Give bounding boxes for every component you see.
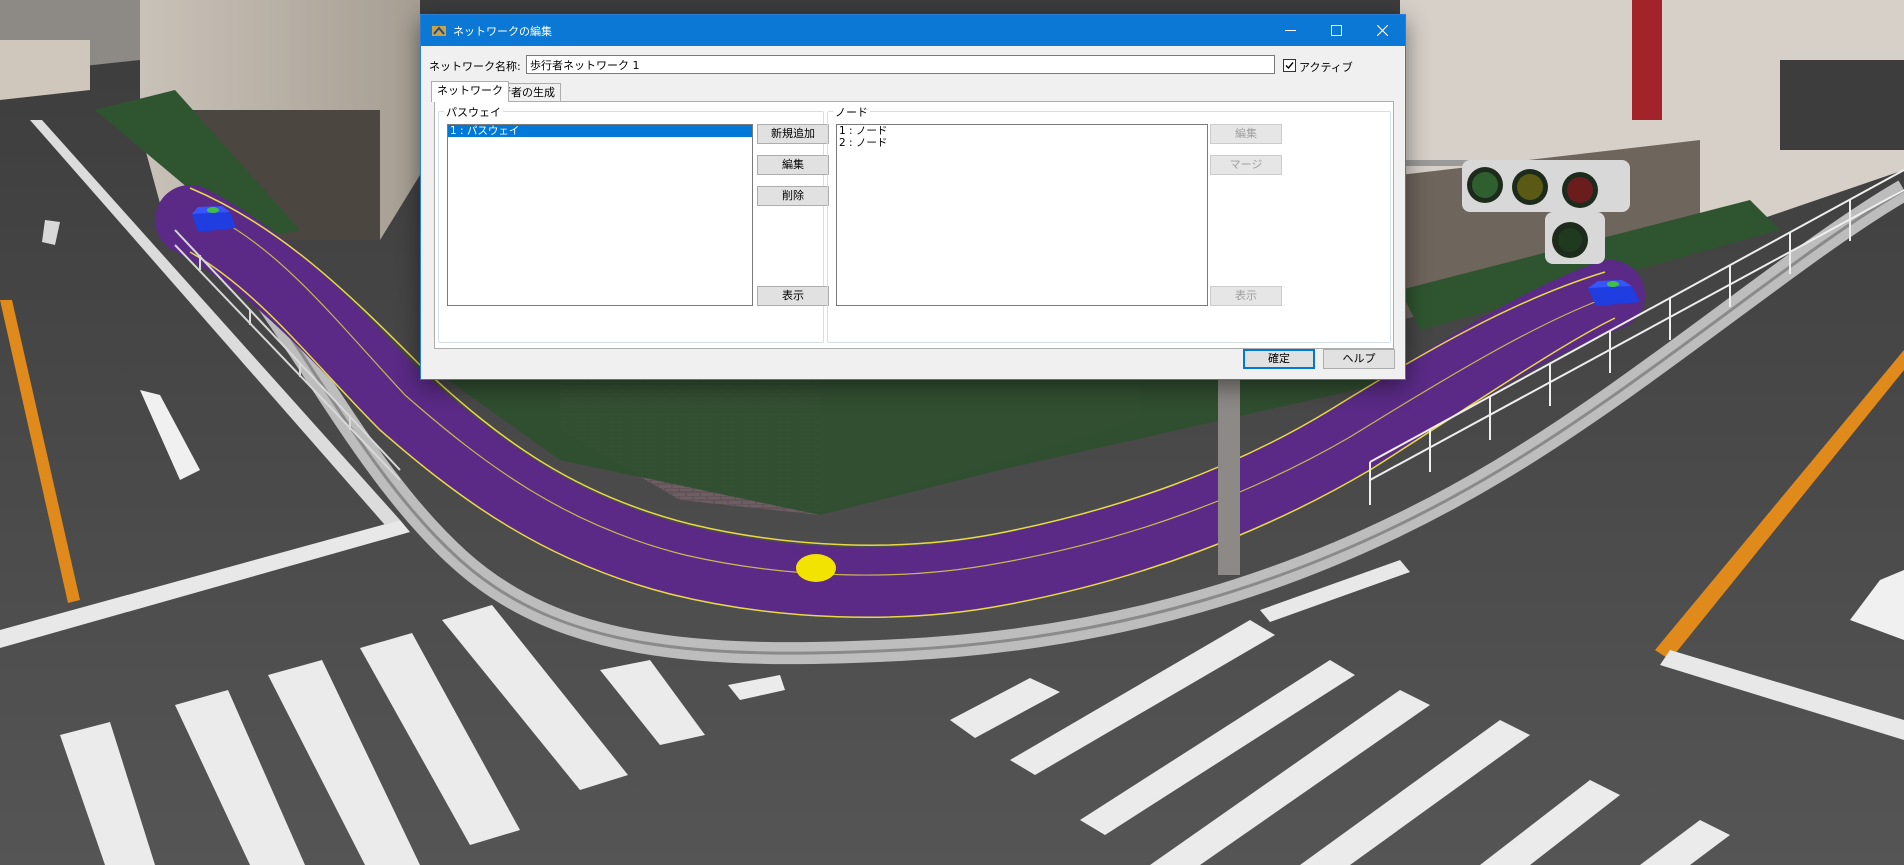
ok-button[interactable]: 確定 bbox=[1243, 349, 1315, 369]
active-checkbox[interactable] bbox=[1283, 59, 1296, 72]
pathway-group-title: パスウェイ bbox=[444, 104, 503, 120]
list-item[interactable]: 1 : パスウェイ bbox=[448, 125, 752, 137]
pathway-list[interactable]: 1 : パスウェイ bbox=[447, 124, 753, 306]
add-pathway-button[interactable]: 新規追加 bbox=[757, 124, 829, 144]
app-icon bbox=[431, 23, 447, 39]
pedestrian-agent-marker bbox=[796, 554, 836, 582]
delete-pathway-button[interactable]: 削除 bbox=[757, 186, 829, 206]
node-list[interactable]: 1 : ノード 2 : ノード bbox=[836, 124, 1208, 306]
tab-panel-network: パスウェイ 1 : パスウェイ 新規追加 編集 削除 表示 ノード 1 : ノー… bbox=[434, 101, 1394, 349]
maximize-icon bbox=[1330, 24, 1342, 40]
show-pathway-button[interactable]: 表示 bbox=[757, 286, 829, 306]
network-edit-dialog: ネットワークの編集 ネットワーク名称: アクティブ ネットワーク 歩行者の生成 … bbox=[420, 14, 1406, 380]
network-name-input[interactable] bbox=[526, 55, 1275, 74]
close-icon bbox=[1376, 24, 1388, 40]
node-group: ノード 1 : ノード 2 : ノード 編集 マージ 表示 bbox=[827, 104, 1391, 343]
network-name-label: ネットワーク名称: bbox=[429, 60, 521, 73]
title-bar[interactable]: ネットワークの編集 bbox=[421, 15, 1405, 46]
pathway-group: パスウェイ 1 : パスウェイ 新規追加 編集 削除 表示 bbox=[438, 104, 829, 343]
help-button[interactable]: ヘルプ bbox=[1323, 349, 1395, 369]
tab-network[interactable]: ネットワーク bbox=[431, 81, 509, 102]
maximize-button[interactable] bbox=[1313, 15, 1359, 46]
list-item[interactable]: 2 : ノード bbox=[837, 137, 1207, 149]
active-label: アクティブ bbox=[1299, 61, 1353, 74]
list-item[interactable]: 1 : ノード bbox=[837, 125, 1207, 137]
close-button[interactable] bbox=[1359, 15, 1405, 46]
minimize-icon bbox=[1284, 24, 1296, 40]
merge-node-button[interactable]: マージ bbox=[1210, 155, 1282, 175]
edit-node-button[interactable]: 編集 bbox=[1210, 124, 1282, 144]
node-group-title: ノード bbox=[833, 104, 870, 120]
tab-label: ネットワーク bbox=[437, 84, 503, 97]
edit-pathway-button[interactable]: 編集 bbox=[757, 155, 829, 175]
window-title: ネットワークの編集 bbox=[453, 25, 552, 38]
show-node-button[interactable]: 表示 bbox=[1210, 286, 1282, 306]
minimize-button[interactable] bbox=[1267, 15, 1313, 46]
